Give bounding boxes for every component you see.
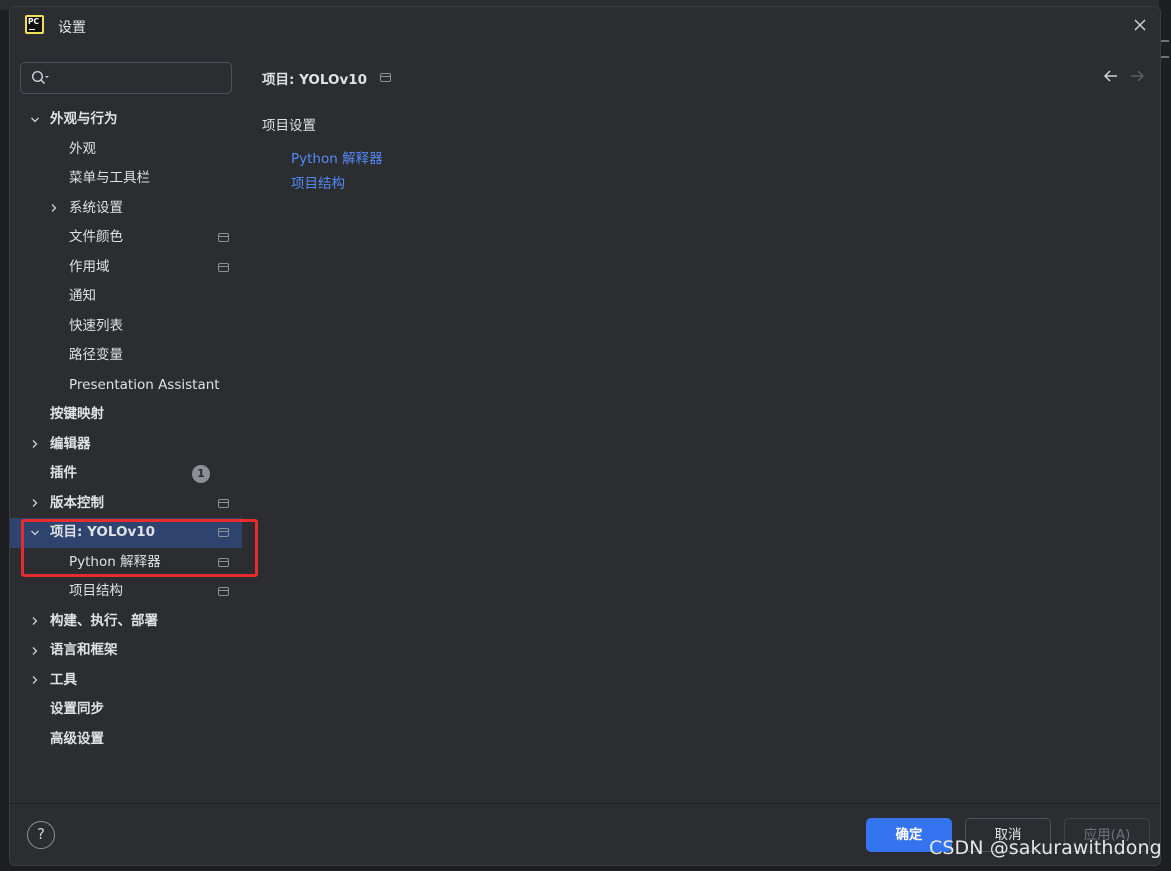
section-title: 项目设置	[262, 118, 316, 134]
link-project-structure[interactable]: 项目结构	[291, 172, 345, 192]
sidebar-item[interactable]: 构建、执行、部署	[10, 607, 242, 637]
sidebar-item[interactable]: 快速列表	[10, 312, 242, 342]
sidebar-item[interactable]: 系统设置	[10, 194, 242, 224]
sidebar-item[interactable]: 高级设置	[10, 725, 242, 755]
chevron-right-icon[interactable]	[28, 607, 42, 637]
chevron-down-icon[interactable]	[28, 105, 42, 135]
sidebar-item-label: 插件	[50, 465, 77, 481]
chevron-right-icon[interactable]	[28, 489, 42, 519]
close-button[interactable]	[1130, 15, 1150, 35]
project-scope-icon	[218, 498, 229, 508]
chevron-right-icon[interactable]	[47, 194, 61, 224]
app-logo-text: PC	[27, 17, 42, 32]
window-title: 设置	[58, 20, 86, 36]
scroll-marker	[1161, 56, 1169, 58]
sidebar-item-label: 高级设置	[50, 730, 104, 747]
sidebar-item-label: 系统设置	[69, 199, 123, 216]
search-field[interactable]	[20, 62, 232, 94]
sidebar-item-label: 外观与行为	[50, 111, 118, 127]
sidebar-item[interactable]: 外观与行为	[10, 105, 242, 135]
search-icon	[31, 70, 49, 85]
sidebar-item-label: 外观	[69, 140, 96, 157]
sidebar-item-label: 构建、执行、部署	[50, 612, 158, 629]
sidebar-item-label: 作用域	[69, 258, 110, 275]
sidebar-item[interactable]: 语言和框架	[10, 636, 242, 666]
sidebar-item-label: 设置同步	[50, 701, 104, 717]
search-input[interactable]	[55, 66, 225, 90]
sidebar-item[interactable]: 版本控制	[10, 489, 242, 519]
sidebar-item-label: 工具	[50, 671, 77, 688]
project-scope-icon	[218, 587, 229, 596]
sidebar-item[interactable]: 工具	[10, 666, 242, 696]
sidebar-item[interactable]: 作用域	[10, 253, 242, 283]
sidebar-item-label: 通知	[69, 288, 96, 304]
sidebar-item-label: 编辑器	[50, 435, 91, 452]
update-count-badge: 1	[192, 465, 210, 483]
chevron-right-icon[interactable]	[28, 666, 42, 696]
sidebar-item[interactable]: 插件 1	[10, 459, 242, 489]
chevron-right-icon[interactable]	[28, 636, 42, 666]
sidebar-item-label: 菜单与工具栏	[69, 170, 150, 186]
sidebar-item-label: Presentation Assistant	[69, 376, 220, 393]
breadcrumb: 项目: YOLOv10	[262, 72, 368, 88]
forward-arrow-icon[interactable]	[1128, 67, 1146, 85]
sidebar-item-label: 按键映射	[50, 406, 104, 422]
sidebar-item[interactable]: 按键映射	[10, 400, 242, 430]
title-bar: PC 设置	[10, 7, 1160, 43]
content-panel: 项目: YOLOv10 项目设置 Python 解释器 项目结构	[242, 43, 1160, 805]
sidebar-item[interactable]: 设置同步	[10, 695, 242, 725]
sidebar-item[interactable]: 文件颜色	[10, 223, 242, 253]
sidebar-item-label: 快速列表	[69, 317, 123, 334]
close-icon	[1134, 19, 1146, 31]
sidebar-item[interactable]: 菜单与工具栏	[10, 164, 242, 194]
link-python-interpreter[interactable]: Python 解释器	[291, 147, 383, 167]
sidebar-item-label: 路径变量	[69, 347, 123, 363]
help-button[interactable]: ?	[27, 821, 55, 849]
chevron-right-icon[interactable]	[28, 430, 42, 460]
sidebar-item[interactable]: 外观	[10, 135, 242, 165]
sidebar-item[interactable]: Presentation Assistant	[10, 371, 242, 401]
project-scope-icon	[218, 262, 229, 272]
project-scope-icon	[218, 233, 229, 242]
sidebar-item[interactable]: 编辑器	[10, 430, 242, 460]
back-arrow-icon[interactable]	[1102, 67, 1120, 85]
sidebar-item-label: 版本控制	[50, 494, 104, 511]
sidebar-item[interactable]: 项目结构	[10, 577, 242, 607]
sidebar-item-label: 文件颜色	[69, 229, 123, 245]
watermark: CSDN @sakurawithdong	[929, 837, 1162, 859]
sidebar-item-label: 语言和框架	[50, 642, 118, 658]
settings-dialog: PC 设置 外观与行为外观菜单与工具栏 系统设置文件颜色作用域通知快速列表路径变量…	[9, 6, 1161, 866]
sidebar-item-label: 项目结构	[69, 583, 123, 599]
scroll-marker	[1161, 40, 1169, 42]
highlight-box	[21, 519, 258, 577]
project-scope-icon	[380, 73, 391, 82]
settings-tree: 外观与行为外观菜单与工具栏 系统设置文件颜色作用域通知快速列表路径变量 Presen…	[10, 105, 242, 754]
pycharm-logo-icon: PC	[25, 15, 44, 34]
sidebar-item[interactable]: 通知	[10, 282, 242, 312]
sidebar-item[interactable]: 路径变量	[10, 341, 242, 371]
